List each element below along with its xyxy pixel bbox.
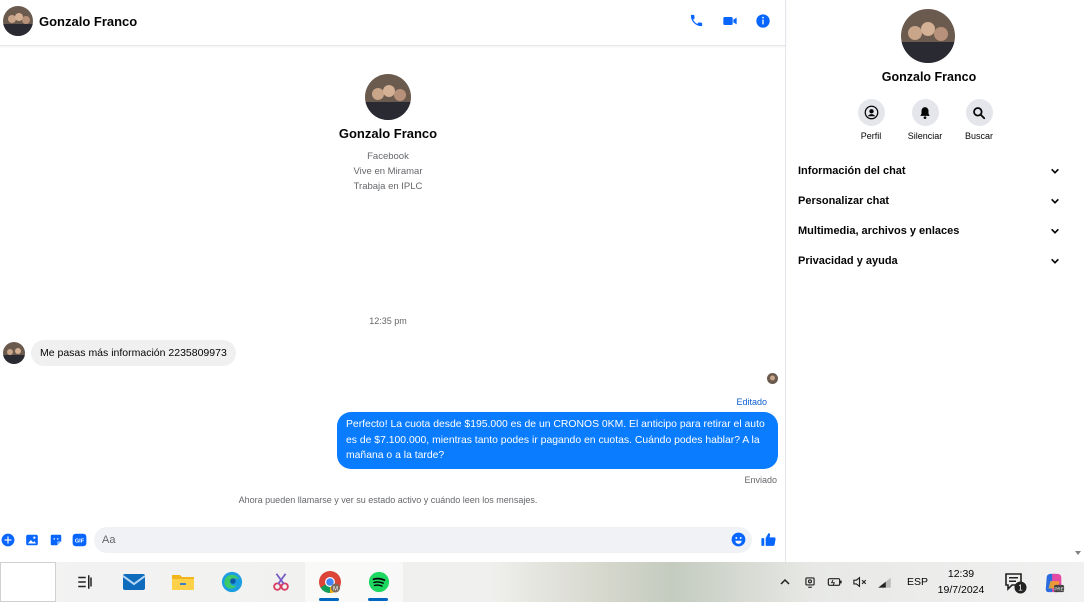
svg-text:PRE: PRE bbox=[1054, 586, 1063, 591]
intro-contact-name: Gonzalo Franco bbox=[338, 126, 438, 141]
edge-browser-icon[interactable] bbox=[207, 562, 256, 602]
section-chat-info[interactable]: Información del chat bbox=[786, 156, 1072, 186]
page-scrollbar[interactable] bbox=[1072, 0, 1084, 562]
scroll-down-arrow-icon[interactable] bbox=[1074, 549, 1082, 557]
svg-text:M: M bbox=[333, 587, 338, 593]
message-input[interactable] bbox=[94, 527, 752, 553]
windows-taskbar: M ESP 12:39 19/7/2024 1 PRE bbox=[0, 562, 1084, 602]
outgoing-message[interactable]: Perfecto! La cuota desde $195.000 es de … bbox=[337, 412, 778, 469]
system-clock[interactable]: 12:39 19/7/2024 bbox=[928, 566, 994, 598]
profile-label: Perfil bbox=[860, 131, 882, 141]
notification-count: 1 bbox=[1018, 584, 1023, 593]
mute-label: Silenciar bbox=[907, 131, 943, 141]
incoming-message[interactable]: Me pasas más información 2235809973 bbox=[31, 340, 236, 366]
like-icon[interactable] bbox=[760, 531, 777, 548]
clock-time: 12:39 bbox=[947, 568, 975, 580]
language-indicator[interactable]: ESP bbox=[907, 576, 928, 588]
chevron-down-icon bbox=[1051, 168, 1059, 174]
taskbar-search-box[interactable] bbox=[0, 562, 56, 602]
photo-icon[interactable] bbox=[24, 532, 39, 547]
notification-icon[interactable]: 1 bbox=[1004, 572, 1028, 594]
system-tray: ESP bbox=[776, 562, 928, 602]
plus-icon[interactable] bbox=[0, 532, 15, 547]
info-contact-name: Gonzalo Franco bbox=[881, 70, 977, 84]
search-icon bbox=[965, 99, 993, 126]
device-icon[interactable] bbox=[801, 574, 818, 591]
volume-muted-icon[interactable] bbox=[851, 574, 868, 591]
conversation-info-panel: Gonzalo Franco Perfil Silenciar Buscar I… bbox=[786, 0, 1072, 562]
video-call-icon[interactable] bbox=[720, 11, 739, 30]
chat-pane: Gonzalo Franco Gonzalo Franco Facebook V… bbox=[0, 0, 786, 562]
info-icon[interactable] bbox=[753, 11, 772, 30]
section-customize-chat[interactable]: Personalizar chat bbox=[786, 186, 1072, 216]
section-privacy-support[interactable]: Privacidad y ayuda bbox=[786, 246, 1072, 276]
message-timestamp: 12:35 pm bbox=[369, 316, 407, 326]
file-explorer-icon[interactable] bbox=[158, 562, 207, 602]
header-contact-name[interactable]: Gonzalo Franco bbox=[39, 14, 137, 29]
section-label: Personalizar chat bbox=[798, 195, 890, 207]
task-view-icon[interactable] bbox=[60, 562, 109, 602]
sender-avatar[interactable] bbox=[3, 342, 25, 364]
messenger-window: Gonzalo Franco Gonzalo Franco Facebook V… bbox=[0, 0, 1084, 562]
intro-avatar[interactable] bbox=[365, 74, 411, 120]
clock-date: 19/7/2024 bbox=[937, 584, 985, 596]
section-label: Multimedia, archivos y enlaces bbox=[798, 225, 960, 237]
bell-icon bbox=[911, 99, 939, 126]
wifi-icon[interactable] bbox=[876, 574, 893, 591]
profile-icon bbox=[857, 99, 885, 126]
intro-detail: Vive en Miramar bbox=[353, 166, 423, 177]
chevron-up-icon[interactable] bbox=[776, 574, 793, 591]
mute-button[interactable]: Silenciar bbox=[907, 99, 943, 141]
section-media-files[interactable]: Multimedia, archivos y enlaces bbox=[786, 216, 1072, 246]
chrome-browser-icon[interactable]: M bbox=[305, 562, 354, 602]
section-label: Información del chat bbox=[798, 165, 906, 177]
sent-status: Enviado bbox=[744, 475, 777, 485]
edited-label[interactable]: Editado bbox=[736, 397, 767, 407]
contact-avatar[interactable] bbox=[3, 6, 33, 36]
intro-detail: Facebook bbox=[367, 151, 409, 162]
intro-detail: Trabaja en IPLC bbox=[353, 181, 423, 192]
section-label: Privacidad y ayuda bbox=[798, 255, 898, 267]
chevron-down-icon bbox=[1051, 258, 1059, 264]
emoji-icon[interactable] bbox=[731, 532, 746, 547]
privacy-notice: Ahora pueden llamarse y ver su estado ac… bbox=[238, 495, 538, 505]
chevron-down-icon bbox=[1051, 228, 1059, 234]
spotify-icon[interactable] bbox=[354, 562, 403, 602]
mail-app-icon[interactable] bbox=[109, 562, 158, 602]
chevron-down-icon bbox=[1051, 198, 1059, 204]
info-avatar[interactable] bbox=[901, 9, 955, 63]
phone-icon[interactable] bbox=[687, 11, 706, 30]
contact-intro: Gonzalo Franco Facebook Vive en Miramar … bbox=[0, 74, 776, 192]
message-composer: GIF bbox=[0, 524, 786, 558]
gif-label: GIF bbox=[75, 538, 85, 544]
sticker-icon[interactable] bbox=[48, 532, 63, 547]
profile-button[interactable]: Perfil bbox=[856, 99, 886, 141]
search-label: Buscar bbox=[964, 131, 993, 141]
gif-icon[interactable]: GIF bbox=[72, 532, 87, 547]
incoming-message-row: Me pasas más información 2235809973 bbox=[3, 340, 236, 366]
copilot-icon[interactable]: PRE bbox=[1043, 572, 1065, 594]
search-button[interactable]: Buscar bbox=[964, 99, 994, 141]
battery-icon[interactable] bbox=[826, 574, 843, 591]
seen-receipt-avatar bbox=[767, 373, 778, 384]
chat-header: Gonzalo Franco bbox=[0, 0, 786, 46]
snipping-tool-icon[interactable] bbox=[256, 562, 305, 602]
